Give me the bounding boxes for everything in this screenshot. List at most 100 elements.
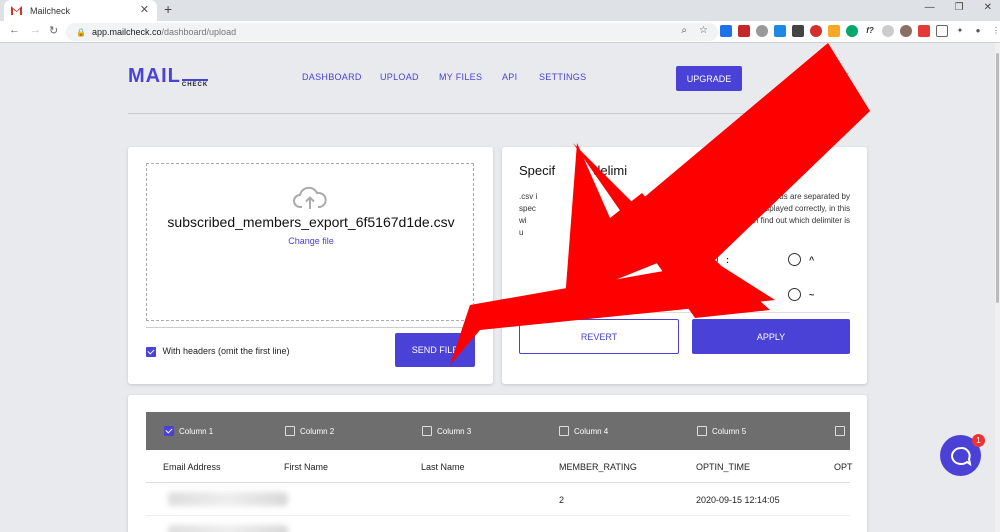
column-1-toggle[interactable]: Column 1 <box>164 426 213 436</box>
table-row <box>146 516 850 532</box>
delimiter-description: .csv i ds are separated by spec isplayed c… <box>519 192 850 237</box>
file-drop-zone[interactable]: subscribed_members_export_6f5167d1de.csv… <box>146 163 474 321</box>
grammarly-icon[interactable] <box>846 25 858 37</box>
delimiter-card: Specif delimi .csv i ds are separated by s… <box>502 147 867 384</box>
restore-icon[interactable]: ❐ <box>955 2 964 13</box>
column-5-toggle[interactable]: Column 5 <box>697 426 746 436</box>
checkbox-icon <box>422 426 432 436</box>
field-name-row: Email Address First Name Last Name MEMBE… <box>146 450 853 483</box>
radio-caret[interactable]: ^ <box>788 253 814 266</box>
lock-icon: 🔒 <box>76 27 86 37</box>
field-name: Last Name <box>421 462 465 472</box>
scrollbar-thumb[interactable] <box>996 53 999 303</box>
change-file-link[interactable]: Change file <box>147 236 475 246</box>
checkbox-icon <box>697 426 707 436</box>
with-headers-checkbox[interactable]: With headers (omit the first line) <box>146 346 290 357</box>
browser-tab-title: Mailcheck <box>30 5 71 16</box>
zoom-icon[interactable]: ⌕ <box>681 25 687 36</box>
nav-settings[interactable]: SETTINGS <box>539 72 586 82</box>
nav-dashboard[interactable]: DASHBOARD <box>302 72 362 82</box>
checkbox-icon <box>559 426 569 436</box>
extension-icon[interactable] <box>828 25 840 37</box>
extension-icon[interactable] <box>774 25 786 37</box>
scrollbar[interactable] <box>995 43 1000 532</box>
cloud-upload-icon <box>293 186 327 215</box>
wordpress-icon[interactable] <box>756 25 768 37</box>
table-cell: 2020-09-15 12:14:05 <box>696 495 780 505</box>
nav-api[interactable]: API <box>502 72 517 82</box>
tab-close-icon[interactable]: ✕ <box>140 3 149 16</box>
url-host: app.mailcheck.co <box>91 27 162 37</box>
reload-icon[interactable]: ↻ <box>49 24 58 37</box>
radio-tilde[interactable]: ~ <box>788 288 814 301</box>
column-3-toggle[interactable]: Column 3 <box>422 426 471 436</box>
window-close-icon[interactable]: ✕ <box>984 2 992 13</box>
extension-icon[interactable] <box>900 25 912 37</box>
forward-icon[interactable]: → <box>30 24 41 36</box>
extension-icon[interactable] <box>810 25 822 37</box>
send-file-button[interactable]: SEND FILE <box>395 333 475 367</box>
upload-card: subscribed_members_export_6f5167d1de.csv… <box>128 147 493 384</box>
avatar[interactable]: ● <box>972 25 984 37</box>
column-4-toggle[interactable]: Column 4 <box>559 426 608 436</box>
extension-icon[interactable] <box>936 25 948 37</box>
minimize-icon[interactable]: — <box>925 2 935 13</box>
checkbox-icon <box>285 426 295 436</box>
extensions-bar: f? ✦ ● ⋮ <box>720 25 1000 37</box>
gmail-favicon-icon <box>11 6 22 15</box>
radio-icon <box>788 288 801 301</box>
file-name: subscribed_members_export_6f5167d1de.csv <box>167 214 455 230</box>
divider <box>146 327 474 328</box>
new-tab-icon[interactable]: + <box>164 1 172 17</box>
radio-colon[interactable]: : <box>705 253 729 266</box>
formula-icon[interactable]: f? <box>864 25 876 37</box>
url-path: /dashboard/upload <box>161 27 237 37</box>
nav-upload[interactable]: UPLOAD <box>380 72 419 82</box>
address-bar: ← → ↻ 🔒 app.mailcheck.co /dashboard/uplo… <box>0 21 1000 43</box>
field-name: OPTIN_TIME <box>696 462 751 472</box>
logo[interactable]: MAIL CHECK <box>128 65 209 88</box>
chat-bubble-icon <box>950 446 971 466</box>
page: MAIL CHECK DASHBOARD UPLOAD MY FILES API… <box>0 43 995 532</box>
upgrade-button[interactable]: UPGRADE <box>676 66 742 91</box>
browser-tab[interactable]: Mailcheck ✕ <box>4 0 157 21</box>
radio-icon <box>705 288 718 301</box>
delimiter-title: Specif delimi <box>519 163 628 178</box>
field-name: First Name <box>284 462 329 472</box>
radio-icon <box>705 253 718 266</box>
checkbox-checked-icon <box>146 346 156 357</box>
puzzle-icon[interactable]: ✦ <box>954 25 966 37</box>
logout-link[interactable]: T <box>843 72 849 82</box>
revert-button[interactable]: REVERT <box>519 319 679 354</box>
column-select-row: Column 1 Column 2 Column 3 Column 4 Colu… <box>146 412 850 450</box>
column-2-toggle[interactable]: Column 2 <box>285 426 334 436</box>
field-name: Email Address <box>163 462 221 472</box>
redacted-email <box>168 525 288 532</box>
radio-tab[interactable]: TAB <box>705 288 744 301</box>
browser-tab-bar: Mailcheck ✕ + — ❐ ✕ <box>0 0 1000 21</box>
preview-table-card: Column 1 Column 2 Column 3 Column 4 Colu… <box>128 395 867 532</box>
table-row: 2 2020-09-15 12:14:05 <box>146 483 850 516</box>
checkbox-checked-icon <box>164 426 174 436</box>
field-name: OPT <box>834 462 853 472</box>
extension-icon[interactable] <box>918 25 930 37</box>
radio-icon <box>788 253 801 266</box>
checkbox-icon <box>835 426 845 436</box>
field-name: MEMBER_RATING <box>559 462 637 472</box>
extension-icon[interactable] <box>882 25 894 37</box>
extension-icon[interactable] <box>738 25 750 37</box>
nav-my-files[interactable]: MY FILES <box>439 72 482 82</box>
divider <box>128 113 867 114</box>
kebab-menu-icon[interactable]: ⋮ <box>990 25 1000 37</box>
notification-badge: 1 <box>972 434 985 447</box>
redacted-email <box>168 492 288 506</box>
apply-button[interactable]: APPLY <box>692 319 850 354</box>
back-icon[interactable]: ← <box>9 24 20 36</box>
column-6-toggle[interactable] <box>835 426 850 436</box>
bookmark-star-icon[interactable]: ☆ <box>699 25 708 36</box>
with-headers-label: With headers (omit the first line) <box>162 346 290 356</box>
url-field[interactable]: 🔒 app.mailcheck.co /dashboard/upload ⌕ ☆ <box>66 23 718 41</box>
extension-icon[interactable] <box>792 25 804 37</box>
extension-icon[interactable] <box>720 25 732 37</box>
table-cell: 2 <box>559 495 565 505</box>
